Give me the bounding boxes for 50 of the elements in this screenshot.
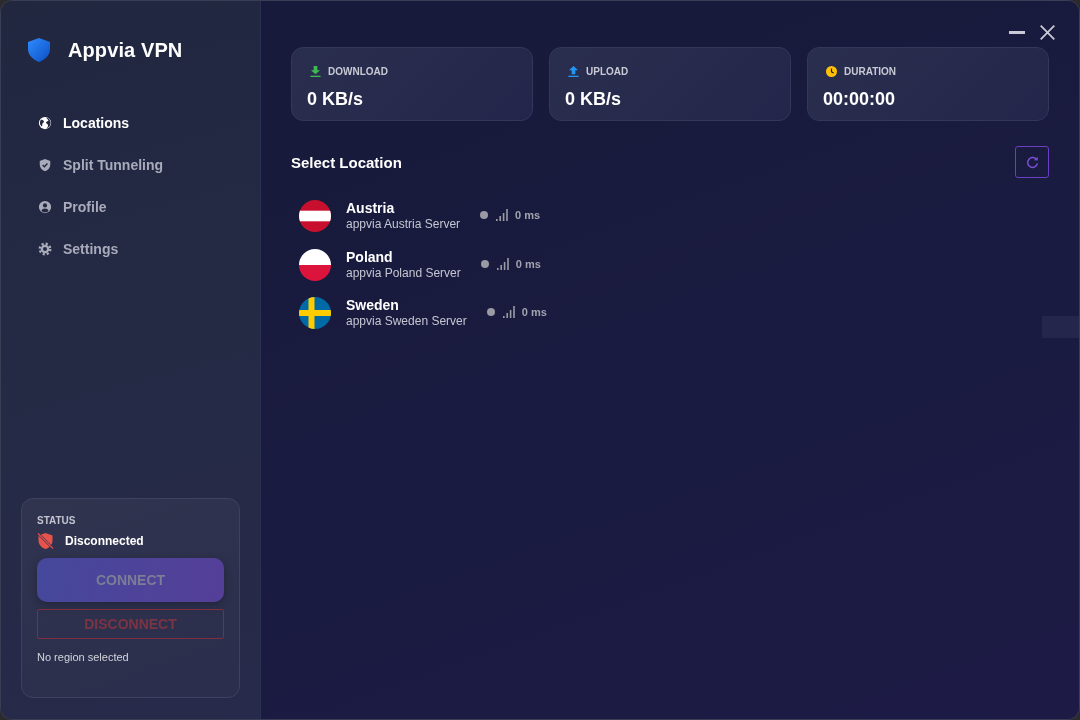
stat-label: DURATION (844, 66, 897, 77)
server-name: appvia Austria Server (346, 217, 461, 232)
country-name: Poland (346, 248, 394, 266)
minimize-icon (1009, 30, 1025, 34)
app-title: Appvia VPN (68, 38, 183, 62)
close-icon (1039, 24, 1055, 40)
region-note: No region selected (37, 650, 130, 664)
latency-value: 0 ms (521, 306, 547, 318)
refresh-button[interactable] (1015, 146, 1049, 178)
shield-check-icon (38, 158, 52, 172)
user-circle-icon (38, 200, 52, 214)
server-name: appvia Poland Server (346, 265, 461, 281)
refresh-icon (1025, 155, 1039, 169)
shield-logo-icon (28, 38, 50, 62)
clock-icon (826, 66, 837, 77)
stat-value: 0 KB/s (565, 88, 623, 110)
edge-panel (1042, 316, 1079, 338)
close-button[interactable] (1037, 23, 1057, 41)
stat-label: UPLOAD (586, 66, 629, 77)
flag-icon (299, 297, 331, 329)
signal-bars-icon (502, 306, 515, 318)
upload-arrow-icon (568, 66, 579, 77)
server-name: appvia Sweden Server (346, 314, 467, 329)
latency-value: 0 ms (515, 209, 541, 221)
flag-icon (299, 200, 331, 232)
stat-label: DOWNLOAD (328, 66, 388, 77)
download-arrow-icon (310, 66, 321, 77)
country-name: Sweden (346, 297, 400, 314)
status-dot-icon (486, 308, 495, 316)
location-item[interactable]: Poland appvia Poland Server 0 ms (291, 240, 553, 289)
country-name: Austria (346, 200, 396, 217)
signal-bars-icon (496, 209, 509, 221)
status-heading: STATUS (37, 515, 77, 527)
signal-bars-icon (496, 257, 509, 270)
location-item[interactable]: Austria appvia Austria Server 0 ms (291, 192, 553, 240)
flag-icon (299, 248, 331, 281)
nav-item[interactable]: Settings (21, 228, 240, 270)
status-dot-icon (480, 259, 489, 268)
nav-item[interactable]: Locations (21, 102, 240, 144)
stat-value: 00:00:00 (823, 88, 897, 110)
connection-status: Disconnected (65, 534, 144, 548)
globe-icon (38, 116, 52, 130)
nav-item[interactable]: Profile (21, 186, 240, 228)
gear-icon (38, 242, 52, 256)
section-title: Select Location (291, 153, 402, 171)
status-dot-icon (480, 211, 489, 219)
stat-value: 0 KB/s (307, 88, 365, 110)
location-item[interactable]: Sweden appvia Sweden Server 0 ms (291, 289, 559, 337)
latency-value: 0 ms (515, 257, 541, 270)
nav-item[interactable]: Split Tunneling (21, 144, 240, 186)
